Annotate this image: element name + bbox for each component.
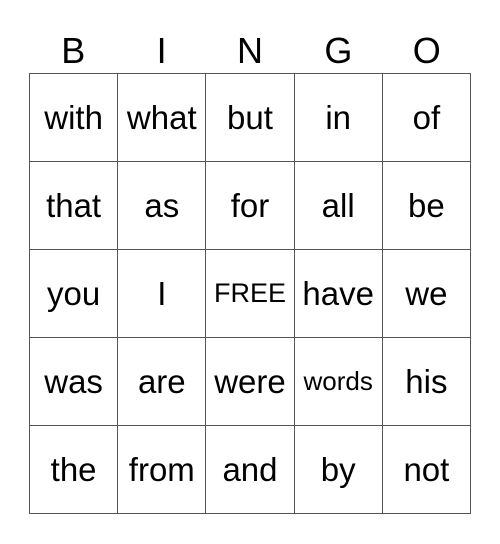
bingo-cell[interactable]: of	[382, 74, 471, 162]
bingo-cell[interactable]: you	[30, 250, 119, 338]
bingo-header: B I N G O	[29, 30, 471, 72]
bingo-cell[interactable]: be	[382, 162, 471, 250]
header-letter-i: I	[156, 30, 167, 71]
bingo-cell[interactable]: and	[206, 426, 295, 514]
header-letter-g: G	[324, 30, 353, 71]
bingo-cell[interactable]: from	[118, 426, 207, 514]
bingo-cell[interactable]: words	[294, 338, 383, 426]
bingo-cell[interactable]: that	[30, 162, 119, 250]
bingo-cell[interactable]: the	[30, 426, 119, 514]
free-space-cell[interactable]: FREE	[206, 250, 295, 338]
bingo-cell[interactable]: not	[382, 426, 471, 514]
bingo-cell[interactable]: for	[206, 162, 295, 250]
header-letter-n: N	[236, 30, 263, 71]
bingo-cell[interactable]: what	[118, 74, 207, 162]
header-letter-o: O	[412, 30, 441, 71]
bingo-cell[interactable]: are	[118, 338, 207, 426]
bingo-cell[interactable]: I	[118, 250, 207, 338]
bingo-cell[interactable]: were	[206, 338, 295, 426]
bingo-cell[interactable]: have	[294, 250, 383, 338]
bingo-cell[interactable]: all	[294, 162, 383, 250]
bingo-cell[interactable]: but	[206, 74, 295, 162]
bingo-cell[interactable]: we	[382, 250, 471, 338]
bingo-cell[interactable]: with	[30, 74, 119, 162]
bingo-cell[interactable]: his	[382, 338, 471, 426]
bingo-grid: with what but in of that as for all be y…	[29, 73, 471, 514]
bingo-cell[interactable]: was	[30, 338, 119, 426]
bingo-cell[interactable]: as	[118, 162, 207, 250]
header-letter-b: B	[61, 30, 86, 71]
bingo-cell[interactable]: by	[294, 426, 383, 514]
bingo-cell[interactable]: in	[294, 74, 383, 162]
